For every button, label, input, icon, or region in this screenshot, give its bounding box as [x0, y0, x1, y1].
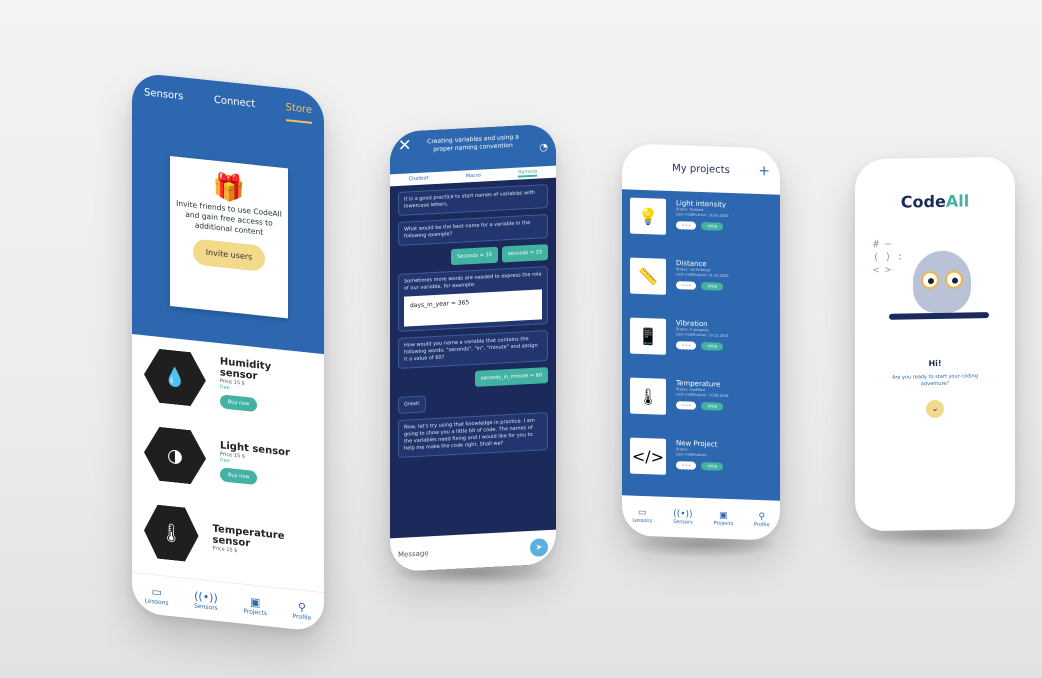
projects-list: 💡 Light intensity Status: finished Last mo… — [622, 189, 780, 501]
open-button[interactable]: OPEN — [701, 282, 724, 291]
page-title: My projects — [672, 162, 730, 176]
close-icon[interactable]: ✕ — [398, 135, 411, 155]
nav-profile[interactable]: ⚲ Profile — [754, 512, 770, 528]
bot-message: Great! — [398, 395, 426, 414]
edit-button[interactable]: • • • — [676, 461, 697, 470]
signal-icon: ((•)) — [673, 509, 693, 520]
add-project-icon[interactable]: + — [758, 163, 770, 179]
phone-store-screen: Sensors Connect Store 🎁 Invite friends t… — [132, 72, 324, 633]
bottom-nav: ▭ Lessons ((•)) Sensors ▣ Projects ⚲ Profile — [622, 495, 780, 541]
tab-macro[interactable]: Macro — [466, 173, 481, 180]
user-reply: seconds_in_minute = 60 — [474, 367, 548, 387]
bot-message: Now, let's try using that knowledge in p… — [398, 412, 548, 458]
tab-store[interactable]: Store — [285, 102, 312, 124]
invite-card: 🎁 Invite friends to use CodeAll and gain… — [170, 155, 288, 319]
bot-message: Sometimes more words are needed to expre… — [398, 266, 548, 332]
projects-header: My projects + — [622, 143, 780, 195]
temperature-icon: 🌡 — [144, 503, 199, 563]
nav-profile[interactable]: ⚲ Profile — [293, 599, 312, 621]
project-item[interactable]: 🌡 Temperature Status: modified Last modifi… — [622, 373, 780, 439]
nav-lessons[interactable]: ▭ Lessons — [632, 507, 652, 524]
bulb-icon: 💡 — [630, 197, 666, 235]
tab-chatbot[interactable]: Chatbot — [409, 175, 429, 182]
nav-sensors[interactable]: ((•)) Sensors — [194, 589, 218, 611]
chat-header: ✕ Creating variables and using a proper … — [390, 123, 556, 187]
chip-icon: ▣ — [719, 510, 728, 521]
send-icon[interactable]: ➤ — [530, 538, 548, 558]
store-tabs: Sensors Connect Store — [144, 87, 312, 124]
bot-message: It is a good practice to start names of … — [398, 184, 548, 216]
edit-button[interactable]: • • • — [676, 281, 697, 290]
invite-users-button[interactable]: Invite users — [193, 238, 265, 272]
codeall-logo: CodeAll — [900, 191, 970, 212]
code-symbols: # —( ) : < > — [873, 238, 904, 277]
answer-option[interactable]: seconds = 33 — [501, 244, 548, 263]
nav-projects[interactable]: ▣ Projects — [243, 594, 267, 617]
message-input[interactable]: Message — [398, 549, 429, 559]
nav-lessons[interactable]: ▭ Lessons — [145, 584, 169, 607]
edit-button[interactable]: • • • — [676, 401, 697, 410]
greeting: Hi! — [928, 358, 942, 369]
owl-icon — [913, 250, 971, 314]
open-button[interactable]: OPEN — [701, 462, 724, 471]
user-icon: ⚲ — [758, 512, 766, 523]
thermometer-icon: 🌡 — [630, 377, 666, 415]
tab-remote[interactable]: Remote — [518, 168, 538, 178]
edit-button[interactable]: • • • — [676, 341, 697, 350]
chevron-down-icon[interactable]: ⌄ — [926, 399, 944, 419]
bot-message: What would be the best name for a variab… — [398, 214, 548, 246]
chat-tabs: Chatbot Macro Remote — [390, 165, 556, 187]
buy-now-button[interactable]: Buy now — [220, 466, 258, 485]
project-item[interactable]: 💡 Light intensity Status: finished Last mo… — [622, 193, 780, 259]
project-item[interactable]: 📏 Distance Status: not finished Last modif… — [622, 253, 780, 319]
welcome-subtitle: Are you ready to start your coding adven… — [891, 373, 978, 388]
nav-sensors[interactable]: ((•)) Sensors — [673, 509, 693, 526]
project-item[interactable]: 📱 Vibration Status: in progress Last modif… — [622, 313, 780, 379]
open-button[interactable]: OPEN — [701, 222, 724, 231]
lesson-title: Creating variables and using a proper na… — [427, 133, 519, 154]
buy-now-button[interactable]: Buy now — [219, 394, 258, 413]
code-snippet: days_in_year = 365 — [404, 289, 542, 327]
tab-connect[interactable]: Connect — [214, 95, 255, 118]
owl-illustration: # —( ) : < > — [855, 230, 1015, 353]
phone-chat-screen: ✕ Creating variables and using a proper … — [390, 123, 556, 573]
open-button[interactable]: OPEN — [701, 342, 724, 351]
phone-projects-screen: My projects + 💡 Light intensity Status: f… — [622, 143, 780, 541]
phone-welcome-screen: CodeAll # —( ) : < > Hi! Are you ready to… — [855, 156, 1015, 532]
code-icon: </> — [630, 437, 666, 475]
answer-option[interactable]: Seconds = 33 — [451, 246, 498, 266]
nav-projects[interactable]: ▣ Projects — [714, 510, 734, 527]
branch-icon — [889, 312, 989, 320]
open-button[interactable]: OPEN — [701, 402, 724, 411]
tab-sensors[interactable]: Sensors — [144, 87, 184, 110]
phone-icon: 📱 — [630, 317, 666, 355]
store-header: Sensors Connect Store 🎁 Invite friends t… — [132, 72, 324, 355]
project-item[interactable]: </> New Project Status: - Last modificatio… — [622, 433, 780, 499]
book-icon: ▭ — [638, 507, 647, 519]
answer-options: Seconds = 33 seconds = 33 — [398, 244, 548, 268]
ruler-icon: 📏 — [630, 257, 666, 295]
wifi-icon[interactable]: ◔ — [539, 142, 548, 153]
edit-button[interactable]: • • • — [676, 221, 697, 230]
humidity-icon: 💧 — [144, 347, 206, 408]
light-icon: ◑ — [144, 425, 206, 486]
bot-message: How would you name a variable that conta… — [398, 330, 548, 369]
